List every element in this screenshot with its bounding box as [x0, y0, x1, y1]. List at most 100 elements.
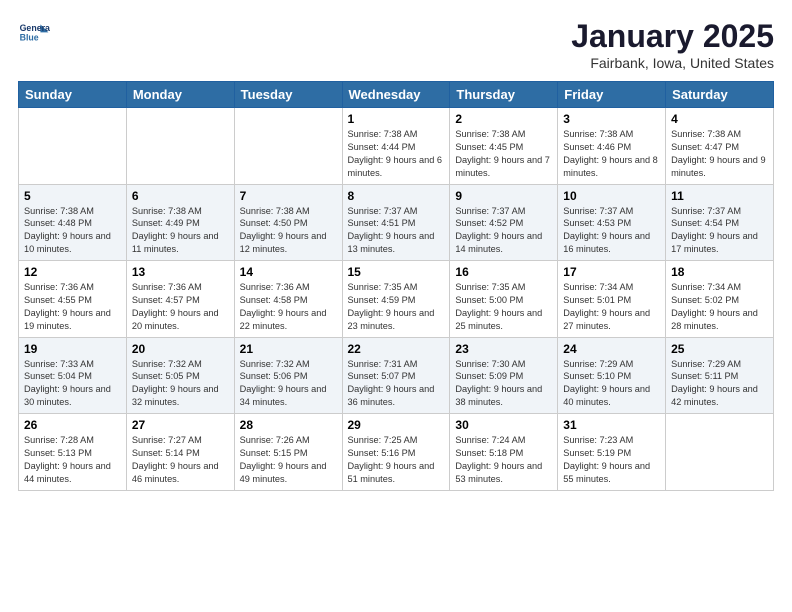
day-number: 13: [132, 265, 229, 279]
day-info: Sunrise: 7:28 AM Sunset: 5:13 PM Dayligh…: [24, 434, 121, 486]
day-number: 14: [240, 265, 337, 279]
day-number: 22: [348, 342, 445, 356]
day-info: Sunrise: 7:38 AM Sunset: 4:50 PM Dayligh…: [240, 205, 337, 257]
calendar-cell: 10 Sunrise: 7:37 AM Sunset: 4:53 PM Dayli…: [558, 184, 666, 261]
day-number: 4: [671, 112, 768, 126]
weekday-header-friday: Friday: [558, 82, 666, 108]
day-info: Sunrise: 7:25 AM Sunset: 5:16 PM Dayligh…: [348, 434, 445, 486]
day-number: 18: [671, 265, 768, 279]
day-info: Sunrise: 7:37 AM Sunset: 4:53 PM Dayligh…: [563, 205, 660, 257]
day-info: Sunrise: 7:35 AM Sunset: 4:59 PM Dayligh…: [348, 281, 445, 333]
calendar-cell: 2 Sunrise: 7:38 AM Sunset: 4:45 PM Daylig…: [450, 108, 558, 185]
day-info: Sunrise: 7:38 AM Sunset: 4:46 PM Dayligh…: [563, 128, 660, 180]
calendar-cell: 26Sunrise: 7:28 AM Sunset: 5:13 PM Dayli…: [19, 414, 127, 491]
day-info: Sunrise: 7:26 AM Sunset: 5:15 PM Dayligh…: [240, 434, 337, 486]
calendar-cell: 29Sunrise: 7:25 AM Sunset: 5:16 PM Dayli…: [342, 414, 450, 491]
day-number: 10: [563, 189, 660, 203]
day-info: Sunrise: 7:27 AM Sunset: 5:14 PM Dayligh…: [132, 434, 229, 486]
day-info: Sunrise: 7:33 AM Sunset: 5:04 PM Dayligh…: [24, 358, 121, 410]
calendar-cell: 13 Sunrise: 7:36 AM Sunset: 4:57 PM Dayli…: [126, 261, 234, 338]
title-block: January 2025 Fairbank, Iowa, United Stat…: [571, 18, 774, 71]
calendar-cell: 5 Sunrise: 7:38 AM Sunset: 4:48 PM Daylig…: [19, 184, 127, 261]
day-info: Sunrise: 7:35 AM Sunset: 5:00 PM Dayligh…: [455, 281, 552, 333]
day-info: Sunrise: 7:32 AM Sunset: 5:06 PM Dayligh…: [240, 358, 337, 410]
weekday-header-saturday: Saturday: [666, 82, 774, 108]
day-number: 27: [132, 418, 229, 432]
calendar-cell: 28Sunrise: 7:26 AM Sunset: 5:15 PM Dayli…: [234, 414, 342, 491]
day-info: Sunrise: 7:38 AM Sunset: 4:47 PM Dayligh…: [671, 128, 768, 180]
day-info: Sunrise: 7:34 AM Sunset: 5:01 PM Dayligh…: [563, 281, 660, 333]
day-number: 20: [132, 342, 229, 356]
day-info: Sunrise: 7:36 AM Sunset: 4:55 PM Dayligh…: [24, 281, 121, 333]
day-info: Sunrise: 7:38 AM Sunset: 4:45 PM Dayligh…: [455, 128, 552, 180]
calendar-week-5: 26Sunrise: 7:28 AM Sunset: 5:13 PM Dayli…: [19, 414, 774, 491]
calendar-cell: 18Sunrise: 7:34 AM Sunset: 5:02 PM Dayli…: [666, 261, 774, 338]
day-number: 19: [24, 342, 121, 356]
calendar-cell: 24 Sunrise: 7:29 AM Sunset: 5:10 PM Dayli…: [558, 337, 666, 414]
svg-text:General: General: [20, 23, 50, 33]
calendar-cell: 8 Sunrise: 7:37 AM Sunset: 4:51 PM Daylig…: [342, 184, 450, 261]
page: General Blue January 2025 Fairbank, Iowa…: [0, 0, 792, 501]
day-number: 8: [348, 189, 445, 203]
calendar-cell: 11Sunrise: 7:37 AM Sunset: 4:54 PM Dayli…: [666, 184, 774, 261]
day-info: Sunrise: 7:31 AM Sunset: 5:07 PM Dayligh…: [348, 358, 445, 410]
weekday-header-monday: Monday: [126, 82, 234, 108]
day-info: Sunrise: 7:37 AM Sunset: 4:51 PM Dayligh…: [348, 205, 445, 257]
day-info: Sunrise: 7:38 AM Sunset: 4:48 PM Dayligh…: [24, 205, 121, 257]
day-number: 9: [455, 189, 552, 203]
day-info: Sunrise: 7:38 AM Sunset: 4:49 PM Dayligh…: [132, 205, 229, 257]
weekday-header-row: SundayMondayTuesdayWednesdayThursdayFrid…: [19, 82, 774, 108]
day-number: 2: [455, 112, 552, 126]
calendar-week-4: 19 Sunrise: 7:33 AM Sunset: 5:04 PM Dayli…: [19, 337, 774, 414]
day-info: Sunrise: 7:29 AM Sunset: 5:11 PM Dayligh…: [671, 358, 768, 410]
weekday-header-sunday: Sunday: [19, 82, 127, 108]
calendar-cell: 31 Sunrise: 7:23 AM Sunset: 5:19 PM Dayli…: [558, 414, 666, 491]
header: General Blue January 2025 Fairbank, Iowa…: [18, 18, 774, 71]
calendar-cell: [19, 108, 127, 185]
calendar-cell: 16 Sunrise: 7:35 AM Sunset: 5:00 PM Dayli…: [450, 261, 558, 338]
calendar-cell: 17 Sunrise: 7:34 AM Sunset: 5:01 PM Dayli…: [558, 261, 666, 338]
day-number: 5: [24, 189, 121, 203]
day-number: 21: [240, 342, 337, 356]
calendar-week-1: 1Sunrise: 7:38 AM Sunset: 4:44 PM Daylig…: [19, 108, 774, 185]
day-number: 24: [563, 342, 660, 356]
day-info: Sunrise: 7:37 AM Sunset: 4:54 PM Dayligh…: [671, 205, 768, 257]
day-number: 30: [455, 418, 552, 432]
calendar-cell: 4 Sunrise: 7:38 AM Sunset: 4:47 PM Daylig…: [666, 108, 774, 185]
day-info: Sunrise: 7:24 AM Sunset: 5:18 PM Dayligh…: [455, 434, 552, 486]
calendar-cell: 20 Sunrise: 7:32 AM Sunset: 5:05 PM Dayli…: [126, 337, 234, 414]
calendar-cell: 19 Sunrise: 7:33 AM Sunset: 5:04 PM Dayli…: [19, 337, 127, 414]
location: Fairbank, Iowa, United States: [571, 55, 774, 71]
day-info: Sunrise: 7:23 AM Sunset: 5:19 PM Dayligh…: [563, 434, 660, 486]
day-number: 17: [563, 265, 660, 279]
calendar-cell: [234, 108, 342, 185]
calendar-cell: 22 Sunrise: 7:31 AM Sunset: 5:07 PM Dayli…: [342, 337, 450, 414]
day-number: 16: [455, 265, 552, 279]
svg-text:Blue: Blue: [20, 32, 39, 42]
logo-icon: General Blue: [18, 18, 50, 50]
calendar-cell: 27 Sunrise: 7:27 AM Sunset: 5:14 PM Dayli…: [126, 414, 234, 491]
calendar-cell: 25Sunrise: 7:29 AM Sunset: 5:11 PM Dayli…: [666, 337, 774, 414]
day-number: 15: [348, 265, 445, 279]
day-number: 31: [563, 418, 660, 432]
day-number: 6: [132, 189, 229, 203]
day-info: Sunrise: 7:37 AM Sunset: 4:52 PM Dayligh…: [455, 205, 552, 257]
day-info: Sunrise: 7:36 AM Sunset: 4:57 PM Dayligh…: [132, 281, 229, 333]
calendar-week-3: 12 Sunrise: 7:36 AM Sunset: 4:55 PM Dayli…: [19, 261, 774, 338]
day-info: Sunrise: 7:38 AM Sunset: 4:44 PM Dayligh…: [348, 128, 445, 180]
day-info: Sunrise: 7:29 AM Sunset: 5:10 PM Dayligh…: [563, 358, 660, 410]
weekday-header-thursday: Thursday: [450, 82, 558, 108]
calendar-cell: 9 Sunrise: 7:37 AM Sunset: 4:52 PM Daylig…: [450, 184, 558, 261]
day-number: 12: [24, 265, 121, 279]
calendar-cell: [126, 108, 234, 185]
day-info: Sunrise: 7:36 AM Sunset: 4:58 PM Dayligh…: [240, 281, 337, 333]
calendar-cell: 1Sunrise: 7:38 AM Sunset: 4:44 PM Daylig…: [342, 108, 450, 185]
calendar-cell: 3Sunrise: 7:38 AM Sunset: 4:46 PM Daylig…: [558, 108, 666, 185]
month-title: January 2025: [571, 18, 774, 55]
calendar-cell: 30 Sunrise: 7:24 AM Sunset: 5:18 PM Dayli…: [450, 414, 558, 491]
day-info: Sunrise: 7:32 AM Sunset: 5:05 PM Dayligh…: [132, 358, 229, 410]
calendar-week-2: 5 Sunrise: 7:38 AM Sunset: 4:48 PM Daylig…: [19, 184, 774, 261]
day-number: 7: [240, 189, 337, 203]
weekday-header-wednesday: Wednesday: [342, 82, 450, 108]
calendar-cell: 14 Sunrise: 7:36 AM Sunset: 4:58 PM Dayli…: [234, 261, 342, 338]
